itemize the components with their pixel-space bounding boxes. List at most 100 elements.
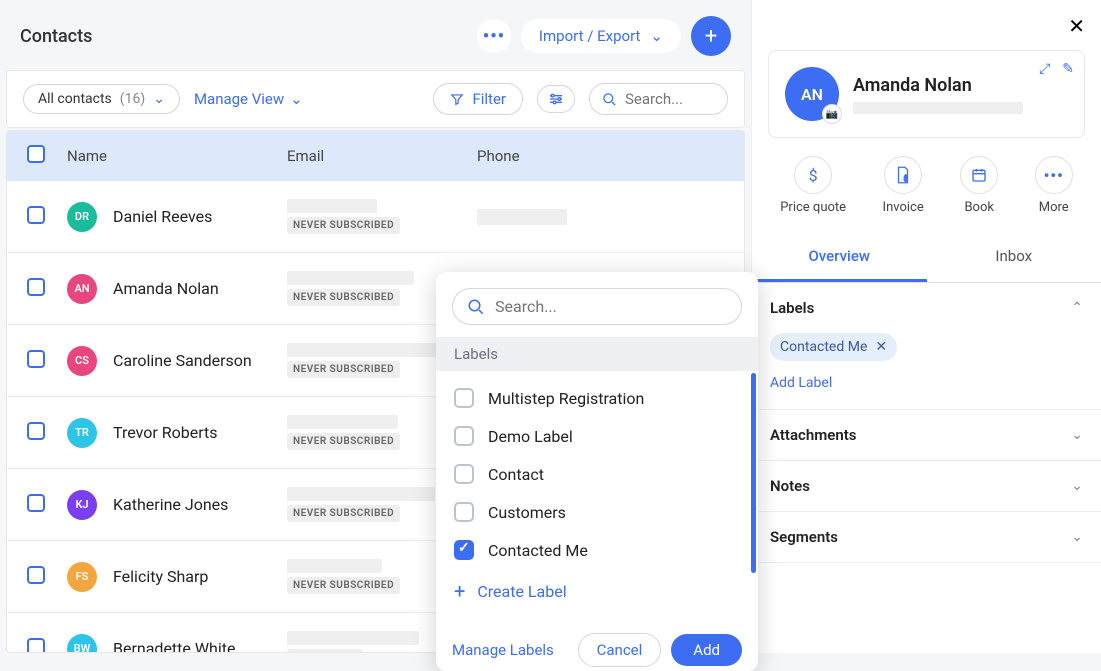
create-label-button[interactable]: +Create Label [444, 569, 750, 613]
search-icon [602, 92, 617, 107]
checkbox[interactable] [454, 464, 474, 484]
camera-icon[interactable]: 📷 [822, 104, 842, 124]
checkbox[interactable] [454, 540, 474, 560]
quick-actions: $ Price quote $ Invoice Book ••• More [762, 156, 1091, 215]
add-button[interactable]: Add [671, 634, 742, 666]
row-checkbox[interactable] [27, 422, 45, 440]
label-option-text: Contacted Me [488, 541, 588, 560]
section-notes: Notes ⌄ [752, 461, 1101, 512]
cancel-button[interactable]: Cancel [578, 633, 662, 667]
redacted-text [477, 209, 567, 225]
table-row[interactable]: DR Daniel Reeves NEVER SUBSCRIBED [7, 181, 744, 253]
search-field[interactable] [589, 83, 728, 115]
subscription-tag: NEVER SUBSCRIBED [287, 577, 400, 594]
section-notes-header[interactable]: Notes ⌄ [752, 461, 1101, 511]
label-option[interactable]: Contact [444, 455, 750, 493]
import-export-button[interactable]: Import / Export ⌄ [521, 19, 681, 53]
chevron-down-icon: ⌄ [153, 91, 165, 107]
section-attachments-header[interactable]: Attachments ⌄ [752, 410, 1101, 460]
manage-labels-button[interactable]: Manage Labels [452, 641, 554, 659]
calendar-icon [971, 167, 987, 183]
avatar: AN [67, 274, 97, 304]
redacted-text [287, 199, 377, 213]
chevron-down-icon: ⌄ [1071, 427, 1083, 443]
label-option[interactable]: Multistep Registration [444, 379, 750, 417]
row-checkbox[interactable] [27, 494, 45, 512]
row-checkbox[interactable] [27, 278, 45, 296]
chevron-down-icon: ⌄ [290, 90, 303, 108]
chevron-up-icon: ⌃ [1071, 300, 1083, 316]
row-checkbox[interactable] [27, 206, 45, 224]
column-email[interactable]: Email [287, 147, 477, 165]
action-invoice[interactable]: $ Invoice [883, 156, 924, 215]
checkbox[interactable] [454, 388, 474, 408]
column-phone[interactable]: Phone [477, 147, 724, 165]
row-checkbox[interactable] [27, 566, 45, 584]
label-option[interactable]: Demo Label [444, 417, 750, 455]
subscription-tag: SUBSCRIBED [287, 649, 363, 653]
select-all-checkbox[interactable] [27, 145, 45, 163]
detail-panel: ✕ ⤢ ✎ AN 📷 Amanda Nolan $ Price quote [751, 0, 1101, 653]
label-option-text: Demo Label [488, 427, 573, 446]
svg-text:$: $ [904, 174, 908, 183]
tab-overview[interactable]: Overview [752, 233, 927, 282]
contact-name: Amanda Nolan [853, 75, 1023, 96]
add-label-button[interactable]: Add Label [770, 375, 832, 391]
avatar: AN 📷 [785, 67, 839, 121]
new-contact-button[interactable]: + [691, 16, 731, 56]
tab-inbox[interactable]: Inbox [927, 233, 1101, 282]
redacted-text [853, 102, 1023, 114]
action-price-quote[interactable]: $ Price quote [780, 156, 846, 215]
table-header: Name Email Phone [7, 131, 744, 181]
popover-heading: Labels [436, 337, 758, 371]
filter-button[interactable]: Filter [433, 83, 523, 115]
section-segments-header[interactable]: Segments ⌄ [752, 512, 1101, 562]
contact-name: Trevor Roberts [113, 423, 218, 442]
manage-view-button[interactable]: Manage View ⌄ [194, 90, 303, 108]
display-settings-button[interactable] [537, 85, 575, 113]
page-header: Contacts ••• Import / Export ⌄ + [0, 0, 751, 70]
expand-icon[interactable]: ⤢ [1039, 61, 1050, 77]
checkbox[interactable] [454, 426, 474, 446]
avatar: BW [67, 634, 97, 654]
dollar-icon: $ [809, 166, 818, 185]
profile-card: ⤢ ✎ AN 📷 Amanda Nolan [768, 50, 1085, 138]
label-option[interactable]: Customers [444, 493, 750, 531]
subscription-tag: NEVER SUBSCRIBED [287, 505, 400, 522]
column-name[interactable]: Name [67, 147, 287, 165]
scrollbar[interactable] [751, 373, 756, 573]
search-icon [467, 298, 485, 316]
contact-name: Katherine Jones [113, 495, 228, 514]
remove-label-icon[interactable]: ✕ [875, 339, 887, 355]
subscription-tag: NEVER SUBSCRIBED [287, 433, 400, 450]
label-option[interactable]: Contacted Me [444, 531, 750, 569]
plus-icon: + [705, 24, 717, 49]
redacted-text [287, 343, 451, 357]
section-segments: Segments ⌄ [752, 512, 1101, 563]
action-more[interactable]: ••• More [1035, 156, 1073, 215]
close-icon: ✕ [1068, 14, 1085, 38]
page-title: Contacts [20, 26, 92, 47]
label-search-input[interactable] [495, 297, 727, 316]
label-option-text: Contact [488, 465, 544, 484]
subscription-tag: NEVER SUBSCRIBED [287, 217, 400, 234]
checkbox[interactable] [454, 502, 474, 522]
edit-icon[interactable]: ✎ [1062, 61, 1074, 77]
view-selector[interactable]: All contacts (16) ⌄ [23, 84, 180, 114]
label-search[interactable] [452, 288, 742, 325]
row-checkbox[interactable] [27, 638, 45, 654]
label-chip: Contacted Me ✕ [770, 333, 897, 361]
section-labels-header[interactable]: Labels ⌃ [752, 283, 1101, 333]
row-checkbox[interactable] [27, 350, 45, 368]
avatar: KJ [67, 490, 97, 520]
avatar: CS [67, 346, 97, 376]
search-input[interactable] [625, 90, 715, 108]
section-labels: Labels ⌃ Contacted Me ✕ Add Label [752, 283, 1101, 410]
more-actions-button[interactable]: ••• [477, 19, 511, 53]
label-option-text: Customers [488, 503, 566, 522]
sliders-icon [548, 92, 564, 106]
close-panel-button[interactable]: ✕ [1068, 14, 1085, 38]
action-book[interactable]: Book [960, 156, 998, 215]
dots-icon: ••• [483, 26, 505, 47]
label-picker-popover: Labels Multistep Registration Demo Label C… [436, 272, 758, 671]
